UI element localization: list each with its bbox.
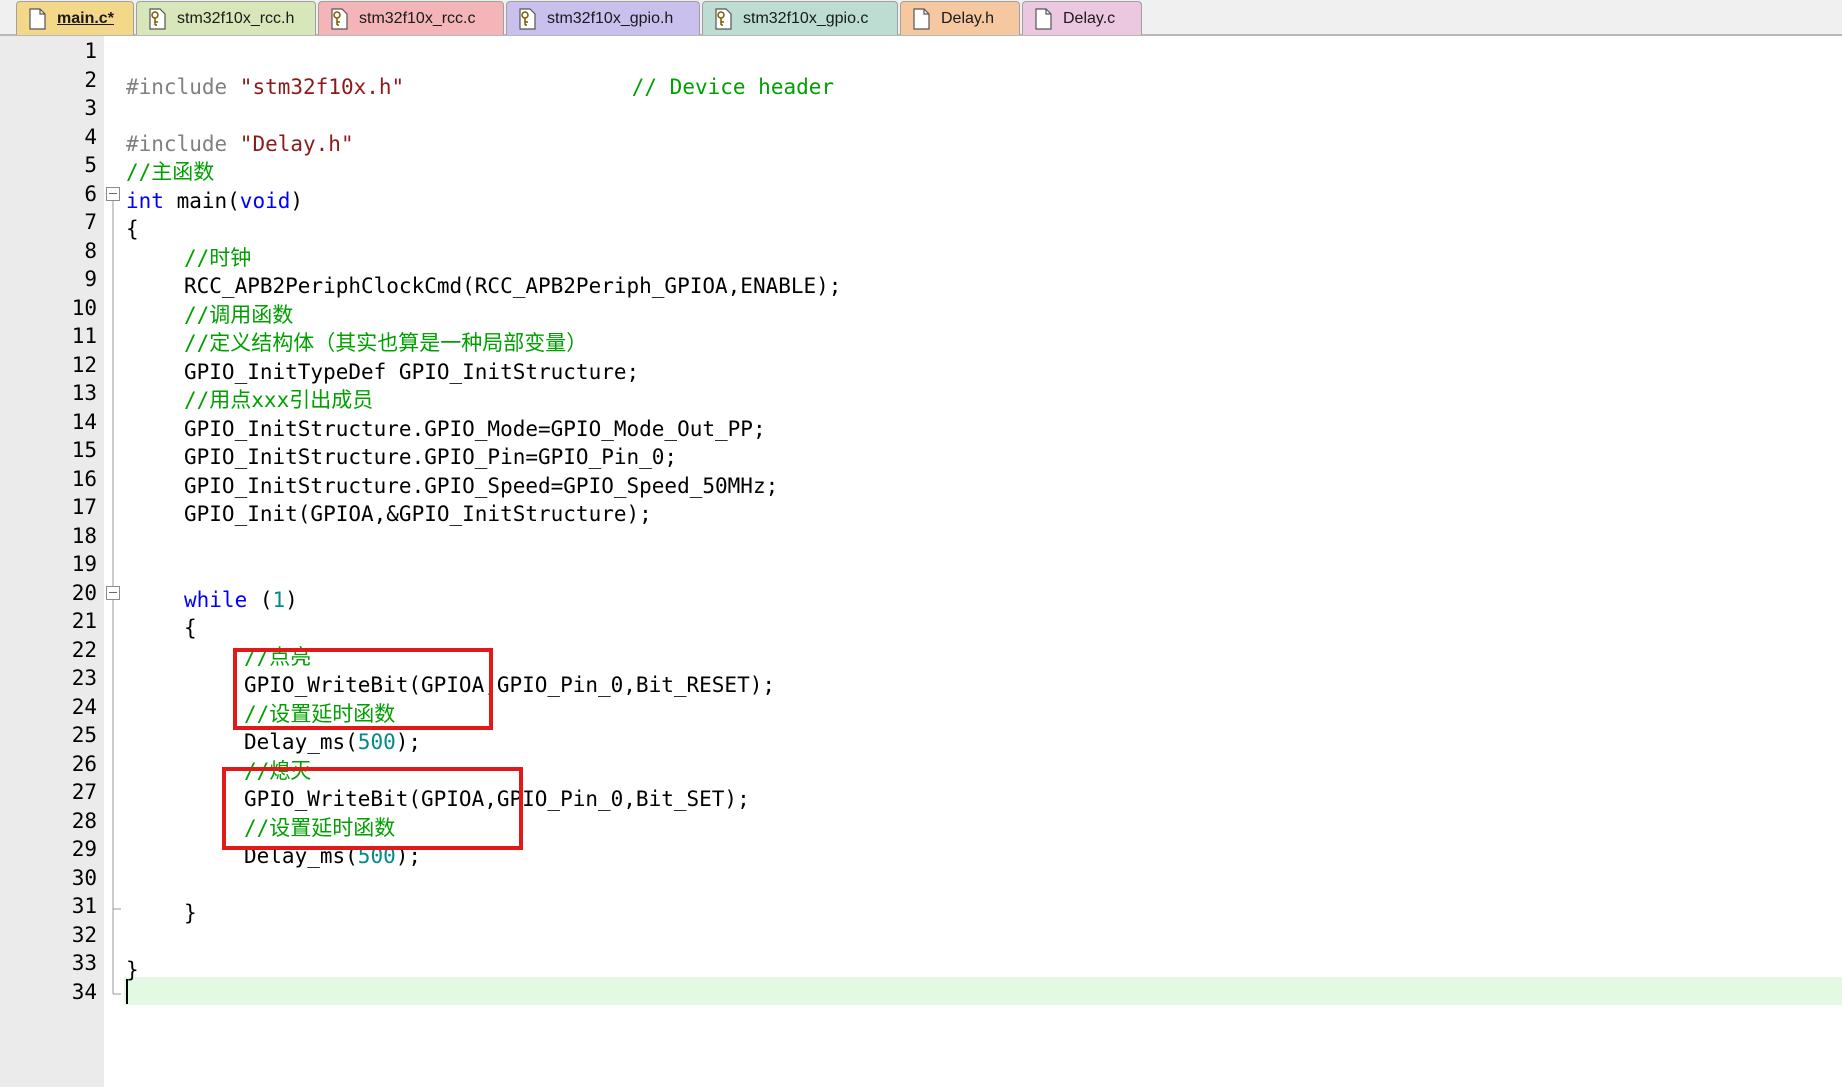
line-number: 26 [71,751,97,776]
code-line-20: { [184,616,197,640]
tab-main-c[interactable]: main.c* [16,1,134,35]
line-number: 19 [71,552,97,576]
line-number: 24 [71,694,97,719]
line-number: 21 [71,609,97,633]
tab-label: main.c* [57,9,114,27]
line-number: 3 [84,96,97,120]
line-number: 34 [71,979,97,1004]
line-number: 9 [84,267,97,291]
code-line-9: //调用函数 [184,303,294,327]
line-number: 8 [84,238,97,263]
code-line-5: int main(void) [126,189,304,213]
code-line-6: { [126,217,139,241]
tab-label: Delay.c [1063,9,1116,27]
fold-toggle-while[interactable] [106,586,120,600]
line-number: 14 [71,409,97,434]
tab-label: Delay.h [941,9,995,27]
tab-stm32f10x-gpio-c[interactable]: stm32f10x_gpio.c [702,1,898,35]
code-line-8: RCC_APB2PeriphClockCmd(RCC_APB2Periph_GP… [184,274,842,298]
code-line-15: GPIO_InitStructure.GPIO_Speed=GPIO_Speed… [184,474,779,498]
line-number: 4 [84,124,97,149]
code-line-7: //时钟 [184,246,252,270]
code-editor[interactable]: #include "stm32f10x.h" // Device header … [124,36,1842,1087]
line-number: 6 [84,181,97,206]
code-line-19: while (1) [184,588,298,612]
code-line-11: GPIO_InitTypeDef GPIO_InitStructure; [184,360,640,384]
line-number: 1 [84,39,97,63]
code-line-12: //用点xxx引出成员 [184,388,374,412]
code-line-1: #include "stm32f10x.h" // Device header [126,75,835,99]
line-number: 31 [71,894,97,918]
tab-label: stm32f10x_gpio.c [743,9,869,27]
line-number: 11 [71,324,97,348]
code-line-32: } [126,958,139,982]
file-tab-bar: main.c* stm32f10x_rcc.h stm32f10x_rcc.c … [0,0,1842,36]
line-number: 13 [71,381,97,405]
line-number: 32 [71,922,97,947]
code-line-13: GPIO_InitStructure.GPIO_Mode=GPIO_Mode_O… [184,417,766,441]
line-number: 17 [71,495,97,519]
code-line-16: GPIO_Init(GPIOA,&GPIO_InitStructure); [184,502,652,526]
line-number: 29 [71,837,97,861]
tab-label: stm32f10x_rcc.c [359,9,476,27]
tab-stm32f10x-rcc-h[interactable]: stm32f10x_rcc.h [136,1,316,35]
code-line-30: } [184,901,197,925]
line-number: 18 [71,523,97,548]
document-icon [1035,7,1052,30]
code-line-4: //主函数 [126,160,215,184]
line-number: 16 [71,466,97,491]
line-number: 23 [71,666,97,690]
annotation-highlight-delay-1 [233,648,493,730]
tab-label: stm32f10x_rcc.h [177,9,295,27]
key-document-icon [149,7,166,30]
tab-stm32f10x-rcc-c[interactable]: stm32f10x_rcc.c [318,1,504,35]
line-number: 10 [71,295,97,320]
tab-label: stm32f10x_gpio.h [547,9,674,27]
document-icon [29,7,46,30]
code-line-14: GPIO_InitStructure.GPIO_Pin=GPIO_Pin_0; [184,445,678,469]
tab-delay-h[interactable]: Delay.h [900,1,1020,35]
document-icon [913,7,930,30]
key-document-icon [331,7,348,30]
line-number: 5 [84,153,97,177]
line-number: 2 [84,67,97,92]
line-number-gutter[interactable]: 1 2 3 4 5 6 7 8 9 10 11 12 13 14 15 16 17 18 19 20 21 22 23 24 2… [0,36,104,1087]
code-line-3: #include "Delay.h" [126,132,354,156]
tab-stm32f10x-gpio-h[interactable]: stm32f10x_gpio.h [506,1,700,35]
key-document-icon [519,7,536,30]
annotation-highlight-delay-2 [222,767,523,850]
line-number: 25 [71,723,97,747]
line-number: 22 [71,637,97,662]
line-number: 33 [71,951,97,975]
line-number: 30 [71,865,97,890]
line-number: 12 [71,352,97,377]
code-line-10: //定义结构体（其实也算是一种局部变量） [184,331,588,355]
line-number: 7 [84,210,97,234]
fold-toggle-main[interactable] [106,187,120,201]
line-number: 28 [71,808,97,833]
line-number: 15 [71,438,97,462]
line-number: 27 [71,780,97,804]
key-document-icon [715,7,732,30]
tab-delay-c[interactable]: Delay.c [1022,1,1142,35]
code-line-24: Delay_ms(500); [244,730,422,754]
line-number: 20 [71,580,97,605]
current-line-highlight [124,977,1842,1005]
